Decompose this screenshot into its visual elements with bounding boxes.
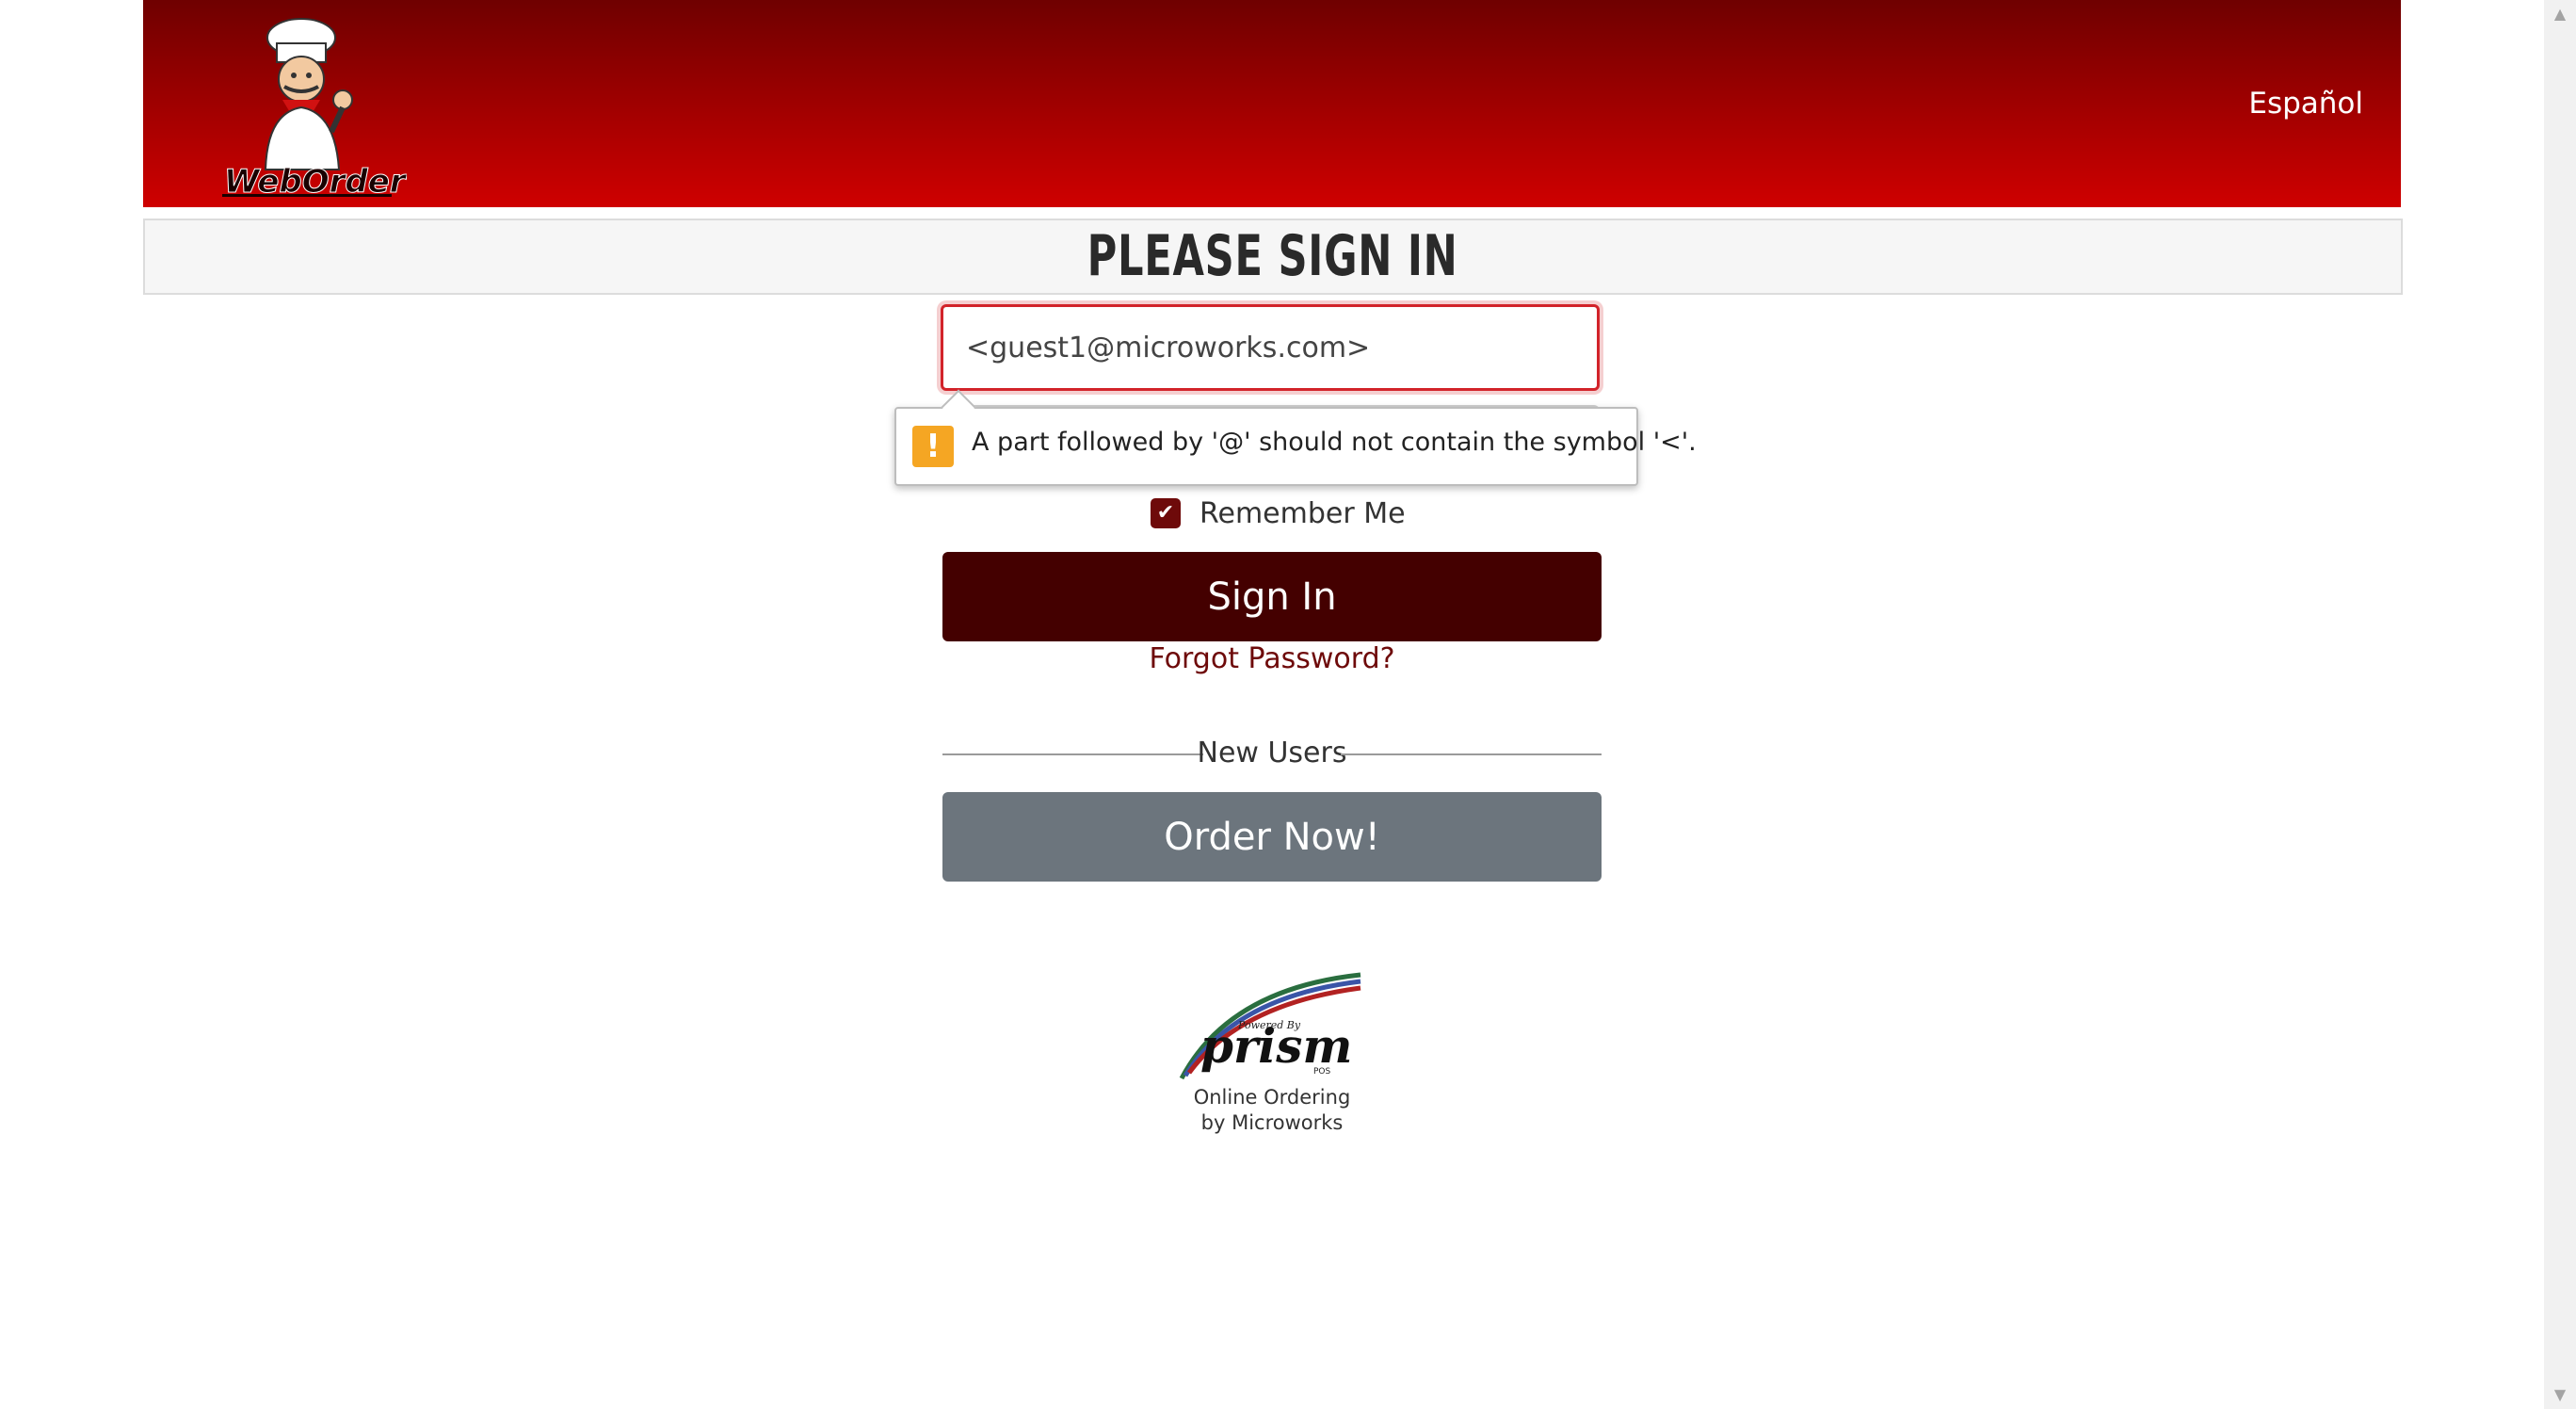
weborder-wordmark: WebOrder [224, 163, 409, 202]
vertical-scrollbar[interactable]: ▲ ▼ [2544, 0, 2576, 1409]
validation-message: A part followed by '@' should not contai… [972, 428, 1697, 457]
prism-logo[interactable]: Powered By prism POS [1172, 970, 1370, 1088]
divider-line-right [1341, 753, 1602, 755]
weborder-logo[interactable]: WebOrder [218, 9, 409, 202]
svg-text:POS: POS [1313, 1067, 1331, 1077]
footer-line-2: by Microworks [1200, 1111, 1344, 1134]
checkmark-icon: ✔ [1156, 501, 1175, 525]
page-title: Please Sign In [1087, 223, 1458, 289]
order-now-button[interactable]: Order Now! [942, 792, 1602, 882]
prism-pos-suffix: POS [1313, 1067, 1331, 1077]
page-title-bar: Please Sign In [143, 219, 2403, 295]
site-header: WebOrder Español [143, 0, 2401, 207]
chef-logo-icon: WebOrder [222, 18, 409, 202]
sign-in-button[interactable]: Sign In [942, 552, 1602, 641]
warning-icon: ! [912, 426, 954, 467]
forgot-password-link[interactable]: Forgot Password? [942, 642, 1602, 675]
remember-me-checkbox[interactable]: ✔ [1151, 498, 1181, 528]
email-input[interactable] [941, 304, 1600, 391]
prism-pos-logo-icon: Powered By prism POS [1179, 972, 1361, 1080]
language-toggle-link[interactable]: Español [2248, 87, 2363, 121]
remember-me-label[interactable]: Remember Me [1199, 497, 1406, 530]
tooltip-arrow [941, 389, 976, 425]
svg-text:WebOrder: WebOrder [224, 163, 407, 198]
scroll-down-arrow-icon[interactable]: ▼ [2544, 1381, 2576, 1409]
scroll-up-arrow-icon[interactable]: ▲ [2544, 0, 2576, 28]
footer-caption: Online Ordering by Microworks [1084, 1085, 1460, 1136]
remember-me[interactable]: ✔ Remember Me [1151, 494, 1406, 532]
footer-line-1: Online Ordering [1193, 1086, 1351, 1109]
svg-text:prism: prism [1200, 1018, 1352, 1074]
validation-tooltip: ! A part followed by '@' should not cont… [894, 389, 1697, 486]
new-users-divider: New Users [942, 737, 1602, 774]
prism-wordmark: prism [1200, 1018, 1352, 1074]
